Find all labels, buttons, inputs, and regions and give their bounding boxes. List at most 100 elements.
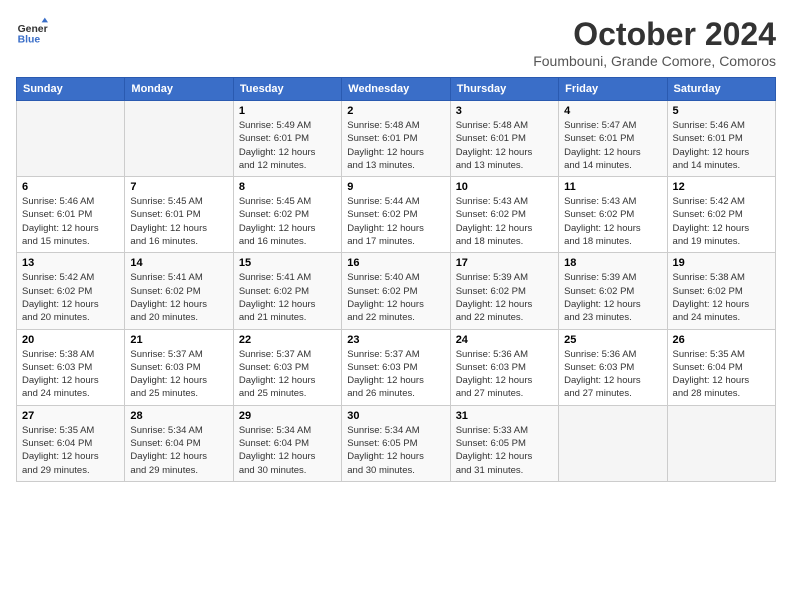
- day-detail: Sunrise: 5:46 AMSunset: 6:01 PMDaylight:…: [673, 119, 770, 172]
- day-number: 24: [456, 334, 553, 346]
- day-header-tuesday: Tuesday: [233, 78, 341, 101]
- calendar-cell: 11 Sunrise: 5:43 AMSunset: 6:02 PMDayligh…: [559, 177, 667, 253]
- calendar-cell: 25 Sunrise: 5:36 AMSunset: 6:03 PMDayligh…: [559, 329, 667, 405]
- day-header-friday: Friday: [559, 78, 667, 101]
- day-number: 28: [130, 410, 227, 422]
- day-detail: Sunrise: 5:46 AMSunset: 6:01 PMDaylight:…: [22, 195, 119, 248]
- calendar-cell: 16 Sunrise: 5:40 AMSunset: 6:02 PMDayligh…: [342, 253, 450, 329]
- calendar-cell: 1Sunrise: 5:49 AMSunset: 6:01 PMDaylight…: [233, 101, 341, 177]
- day-detail: Sunrise: 5:49 AMSunset: 6:01 PMDaylight:…: [239, 119, 336, 172]
- day-detail: Sunrise: 5:44 AMSunset: 6:02 PMDaylight:…: [347, 195, 444, 248]
- day-detail: Sunrise: 5:42 AMSunset: 6:02 PMDaylight:…: [673, 195, 770, 248]
- calendar-cell: 7 Sunrise: 5:45 AMSunset: 6:01 PMDaylight…: [125, 177, 233, 253]
- week-row-4: 20 Sunrise: 5:38 AMSunset: 6:03 PMDayligh…: [17, 329, 776, 405]
- calendar-cell: 12 Sunrise: 5:42 AMSunset: 6:02 PMDayligh…: [667, 177, 775, 253]
- calendar-cell: 3 Sunrise: 5:48 AMSunset: 6:01 PMDaylight…: [450, 101, 558, 177]
- day-detail: Sunrise: 5:35 AMSunset: 6:04 PMDaylight:…: [673, 348, 770, 401]
- calendar-cell: 5 Sunrise: 5:46 AMSunset: 6:01 PMDaylight…: [667, 101, 775, 177]
- calendar-cell: 19Sunrise: 5:38 AMSunset: 6:02 PMDayligh…: [667, 253, 775, 329]
- day-detail: Sunrise: 5:34 AMSunset: 6:05 PMDaylight:…: [347, 424, 444, 477]
- calendar-cell: 31 Sunrise: 5:33 AMSunset: 6:05 PMDayligh…: [450, 405, 558, 481]
- calendar-cell: 22Sunrise: 5:37 AMSunset: 6:03 PMDayligh…: [233, 329, 341, 405]
- day-detail: Sunrise: 5:39 AMSunset: 6:02 PMDaylight:…: [564, 271, 661, 324]
- day-number: 12: [673, 181, 770, 193]
- day-number: 14: [130, 257, 227, 269]
- calendar-cell: [559, 405, 667, 481]
- calendar-cell: 9 Sunrise: 5:44 AMSunset: 6:02 PMDaylight…: [342, 177, 450, 253]
- week-row-5: 27Sunrise: 5:35 AMSunset: 6:04 PMDayligh…: [17, 405, 776, 481]
- day-number: 3: [456, 105, 553, 117]
- calendar-cell: 27Sunrise: 5:35 AMSunset: 6:04 PMDayligh…: [17, 405, 125, 481]
- calendar-cell: 26 Sunrise: 5:35 AMSunset: 6:04 PMDayligh…: [667, 329, 775, 405]
- calendar-cell: 28Sunrise: 5:34 AMSunset: 6:04 PMDayligh…: [125, 405, 233, 481]
- day-detail: Sunrise: 5:42 AMSunset: 6:02 PMDaylight:…: [22, 271, 119, 324]
- day-detail: Sunrise: 5:43 AMSunset: 6:02 PMDaylight:…: [564, 195, 661, 248]
- day-detail: Sunrise: 5:43 AMSunset: 6:02 PMDaylight:…: [456, 195, 553, 248]
- day-number: 30: [347, 410, 444, 422]
- day-number: 29: [239, 410, 336, 422]
- day-number: 11: [564, 181, 661, 193]
- calendar-cell: 23 Sunrise: 5:37 AMSunset: 6:03 PMDayligh…: [342, 329, 450, 405]
- week-row-2: 6 Sunrise: 5:46 AMSunset: 6:01 PMDaylight…: [17, 177, 776, 253]
- day-detail: Sunrise: 5:37 AMSunset: 6:03 PMDaylight:…: [347, 348, 444, 401]
- day-detail: Sunrise: 5:34 AMSunset: 6:04 PMDaylight:…: [239, 424, 336, 477]
- day-number: 5: [673, 105, 770, 117]
- calendar-cell: 29 Sunrise: 5:34 AMSunset: 6:04 PMDayligh…: [233, 405, 341, 481]
- day-detail: Sunrise: 5:38 AMSunset: 6:02 PMDaylight:…: [673, 271, 770, 324]
- calendar-cell: 20 Sunrise: 5:38 AMSunset: 6:03 PMDayligh…: [17, 329, 125, 405]
- calendar-table: SundayMondayTuesdayWednesdayThursdayFrid…: [16, 77, 776, 482]
- day-header-sunday: Sunday: [17, 78, 125, 101]
- day-number: 25: [564, 334, 661, 346]
- day-detail: Sunrise: 5:48 AMSunset: 6:01 PMDaylight:…: [347, 119, 444, 172]
- day-detail: Sunrise: 5:33 AMSunset: 6:05 PMDaylight:…: [456, 424, 553, 477]
- day-number: 2: [347, 105, 444, 117]
- day-number: 18: [564, 257, 661, 269]
- calendar-cell: 21Sunrise: 5:37 AMSunset: 6:03 PMDayligh…: [125, 329, 233, 405]
- day-number: 22: [239, 334, 336, 346]
- day-number: 16: [347, 257, 444, 269]
- day-number: 27: [22, 410, 119, 422]
- day-number: 20: [22, 334, 119, 346]
- calendar-cell: 18 Sunrise: 5:39 AMSunset: 6:02 PMDayligh…: [559, 253, 667, 329]
- day-number: 7: [130, 181, 227, 193]
- calendar-cell: [125, 101, 233, 177]
- day-number: 15: [239, 257, 336, 269]
- week-row-3: 13Sunrise: 5:42 AMSunset: 6:02 PMDayligh…: [17, 253, 776, 329]
- logo-icon: General Blue: [16, 16, 48, 48]
- svg-text:Blue: Blue: [18, 34, 41, 45]
- day-detail: Sunrise: 5:37 AMSunset: 6:03 PMDaylight:…: [130, 348, 227, 401]
- week-row-1: 1Sunrise: 5:49 AMSunset: 6:01 PMDaylight…: [17, 101, 776, 177]
- calendar-cell: 8Sunrise: 5:45 AMSunset: 6:02 PMDaylight…: [233, 177, 341, 253]
- day-number: 26: [673, 334, 770, 346]
- day-detail: Sunrise: 5:36 AMSunset: 6:03 PMDaylight:…: [564, 348, 661, 401]
- day-detail: Sunrise: 5:38 AMSunset: 6:03 PMDaylight:…: [22, 348, 119, 401]
- calendar-header-row: SundayMondayTuesdayWednesdayThursdayFrid…: [17, 78, 776, 101]
- calendar-cell: [17, 101, 125, 177]
- calendar-cell: 30 Sunrise: 5:34 AMSunset: 6:05 PMDayligh…: [342, 405, 450, 481]
- day-detail: Sunrise: 5:47 AMSunset: 6:01 PMDaylight:…: [564, 119, 661, 172]
- day-header-monday: Monday: [125, 78, 233, 101]
- day-number: 17: [456, 257, 553, 269]
- day-header-wednesday: Wednesday: [342, 78, 450, 101]
- day-detail: Sunrise: 5:48 AMSunset: 6:01 PMDaylight:…: [456, 119, 553, 172]
- day-detail: Sunrise: 5:45 AMSunset: 6:01 PMDaylight:…: [130, 195, 227, 248]
- calendar-cell: 13Sunrise: 5:42 AMSunset: 6:02 PMDayligh…: [17, 253, 125, 329]
- day-number: 8: [239, 181, 336, 193]
- month-title: October 2024: [533, 16, 776, 53]
- title-area: October 2024 Foumbouni, Grande Comore, C…: [533, 16, 776, 69]
- location-title: Foumbouni, Grande Comore, Comoros: [533, 53, 776, 69]
- day-number: 23: [347, 334, 444, 346]
- day-detail: Sunrise: 5:41 AMSunset: 6:02 PMDaylight:…: [239, 271, 336, 324]
- day-detail: Sunrise: 5:41 AMSunset: 6:02 PMDaylight:…: [130, 271, 227, 324]
- calendar-cell: 4 Sunrise: 5:47 AMSunset: 6:01 PMDaylight…: [559, 101, 667, 177]
- day-number: 6: [22, 181, 119, 193]
- day-number: 31: [456, 410, 553, 422]
- day-header-thursday: Thursday: [450, 78, 558, 101]
- day-number: 10: [456, 181, 553, 193]
- day-number: 4: [564, 105, 661, 117]
- page-header: General Blue October 2024 Foumbouni, Gra…: [16, 16, 776, 69]
- day-number: 9: [347, 181, 444, 193]
- calendar-cell: 14 Sunrise: 5:41 AMSunset: 6:02 PMDayligh…: [125, 253, 233, 329]
- day-detail: Sunrise: 5:40 AMSunset: 6:02 PMDaylight:…: [347, 271, 444, 324]
- day-detail: Sunrise: 5:39 AMSunset: 6:02 PMDaylight:…: [456, 271, 553, 324]
